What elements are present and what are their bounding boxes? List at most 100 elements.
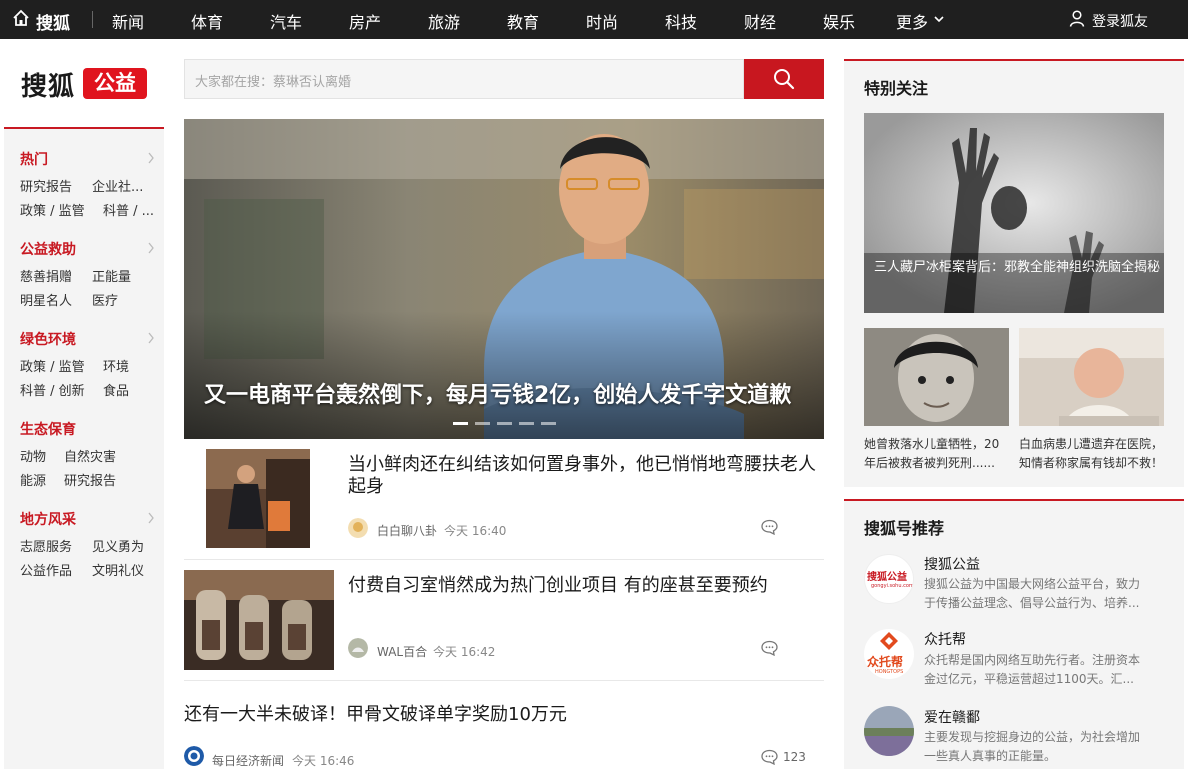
search-input[interactable]: 大家都在搜：蔡琳否认离婚 [184,59,744,99]
nav-item-entertainment[interactable]: 娱乐 [823,9,855,33]
sidebar-category-relief[interactable]: 公益救助 [20,239,76,259]
top-navigation-bar: 搜狐 新闻 体育 汽车 房产 旅游 教育 时尚 科技 财经 娱乐 更多 登录狐友 [0,0,1188,39]
sidebar-sub-item[interactable]: 企业社... [92,176,143,195]
account-logo[interactable]: 搜狐公益 gongyi.sohu.com [864,554,914,604]
article-time: 今天 16:46 [292,754,355,768]
sidebar-sub-item[interactable]: 自然灾害 [64,446,116,465]
sidebar-sub-item[interactable]: 动物 [20,446,46,465]
gongyi-logo-badge[interactable]: 公益 [83,68,147,99]
account-avatar-photo [864,706,914,756]
chevron-right-icon[interactable] [147,242,155,254]
sohu-brand-link[interactable]: 搜狐 [36,9,70,34]
chevron-down-icon[interactable] [934,14,944,24]
sidebar-sub-item[interactable]: 能源 [20,470,46,489]
article-author[interactable]: 白白聊八卦 [377,522,437,539]
hero-caption[interactable]: 又一电商平台轰然倒下，每月亏钱2亿，创始人发千字文道歉 [204,377,791,409]
sohu-logo-text[interactable]: 搜狐 [21,66,75,103]
sohu-account-recommend-panel: 搜狐号推荐 搜狐公益 gongyi.sohu.com 搜狐公益 搜狐公益为中国最… [844,499,1184,769]
account-description: 众托帮是国内网络互助先行者。注册资本金过亿元，平稳运营超过1100天。汇... [924,653,1141,686]
article-time: 今天 16:42 [433,645,496,659]
panel-title: 搜狐号推荐 [864,519,945,538]
account-logo-subtext: gongyi.sohu.com [871,583,914,589]
account-description: 搜狐公益为中国最大网络公益平台，致力于传播公益理念、倡导公益行为、培养... [924,577,1141,610]
nav-item-travel[interactable]: 旅游 [428,9,460,33]
sidebar-sub-item[interactable]: 科普 / 创新 [20,380,85,399]
sidebar-sub-item[interactable]: 研究报告 [20,176,72,195]
account-description: 主要发现与挖掘身边的公益，为社会增加一些真人真事的正能量。 [924,730,1141,763]
chevron-right-icon[interactable] [147,152,155,164]
nav-item-more[interactable]: 更多 [896,9,928,33]
special-left-caption[interactable]: 她曾救落水儿童牺牲，20年后被救者被判死刑...... [864,435,1009,473]
sidebar-category-ecology[interactable]: 生态保育 [20,419,76,439]
sidebar-sub-item[interactable]: 明星名人 [20,290,72,309]
special-main-caption[interactable]: 三人藏尸冰柜案背后：邪教全能神组织洗脑全揭秘 [874,258,1164,278]
sidebar-category-green[interactable]: 绿色环境 [20,329,76,349]
account-logo-text: 众托帮 [867,655,904,669]
zhongtuobang-logo-mark [880,632,898,650]
chevron-right-icon[interactable] [147,512,155,524]
carousel-dot[interactable] [519,422,534,425]
comment-count[interactable]: 123 [783,750,806,764]
panel-title: 特别关注 [864,79,929,98]
search-button[interactable] [744,59,824,99]
comment-icon[interactable] [761,519,778,535]
account-name[interactable]: 搜狐公益 [924,554,980,574]
nav-item-auto[interactable]: 汽车 [270,9,302,33]
article-time: 今天 16:40 [444,524,507,538]
author-avatar[interactable] [184,746,204,766]
special-left-photo[interactable] [864,328,1009,426]
nav-item-news[interactable]: 新闻 [112,9,144,33]
sidebar-sub-item[interactable]: 食品 [103,380,129,399]
sidebar-sub-item[interactable]: 见义勇为 [92,536,144,555]
article-title[interactable]: 还有一大半未破译！甲骨文破译单字奖励10万元 [184,704,814,726]
special-main-card[interactable]: 三人藏尸冰柜案背后：邪教全能神组织洗脑全揭秘 [864,113,1164,313]
home-icon[interactable] [12,9,30,27]
login-link[interactable]: 登录狐友 [1092,11,1148,31]
sidebar-sub-item[interactable]: 慈善捐赠 [20,266,72,285]
hero-carousel[interactable]: 又一电商平台轰然倒下，每月亏钱2亿，创始人发千字文道歉 [184,119,824,439]
special-right-caption[interactable]: 白血病患儿遭遗弃在医院，知情者称家属有钱却不救！ [1019,435,1169,473]
article-thumbnail[interactable] [184,570,334,670]
sidebar-sub-item[interactable]: 政策 / 监管 [20,356,85,375]
article-title[interactable]: 当小鲜肉还在纠结该如何置身事外，他已悄悄地弯腰扶老人起身 [348,454,818,498]
article-thumbnail[interactable] [206,449,310,548]
carousel-dot[interactable] [541,422,556,425]
sidebar-sub-item[interactable]: 政策 / 监管 [20,200,85,219]
sidebar-category-local[interactable]: 地方风采 [20,509,76,529]
article-title[interactable]: 付费自习室悄然成为热门创业项目 有的座甚至要预约 [348,575,818,597]
sidebar-sub-item[interactable]: 文明礼仪 [92,560,144,579]
nav-item-fashion[interactable]: 时尚 [586,9,618,33]
carousel-dot[interactable] [475,422,490,425]
carousel-dot-active[interactable] [453,422,468,425]
author-avatar[interactable] [348,518,368,538]
account-logo[interactable]: 众托帮 HONGTOPS [864,629,914,679]
nav-item-tech[interactable]: 科技 [665,9,697,33]
sidebar-sub-item[interactable]: 公益作品 [20,560,72,579]
comment-icon[interactable] [761,640,778,656]
author-avatar[interactable] [348,638,368,658]
nav-item-finance[interactable]: 财经 [744,9,776,33]
sidebar-sub-item[interactable]: 科普 / ... [103,200,154,219]
sidebar-category-hot[interactable]: 热门 [20,149,48,169]
article-author[interactable]: 每日经济新闻 [212,752,284,769]
account-name[interactable]: 爱在赣鄱 [924,707,980,727]
nav-item-education[interactable]: 教育 [507,9,539,33]
article-author[interactable]: WAL百合 [377,643,427,660]
sidebar-sub-item[interactable]: 医疗 [92,290,118,309]
sidebar-sub-item[interactable]: 正能量 [92,266,131,285]
nav-item-realestate[interactable]: 房产 [349,9,381,33]
nav-item-sports[interactable]: 体育 [191,9,223,33]
special-right-photo[interactable] [1019,328,1164,426]
carousel-dot[interactable] [497,422,512,425]
comment-icon[interactable] [761,749,778,765]
sidebar-sub-item[interactable]: 环境 [103,356,129,375]
account-logo-subtext: HONGTOPS [875,669,904,675]
chevron-right-icon[interactable] [147,332,155,344]
user-icon[interactable] [1069,10,1085,27]
account-name[interactable]: 众托帮 [924,629,966,649]
account-logo[interactable] [864,706,914,756]
category-sidebar: 热门 研究报告 企业社... 政策 / 监管 科普 / ... 公益救助 慈善捐… [4,127,164,769]
sidebar-sub-item[interactable]: 研究报告 [64,470,116,489]
sidebar-sub-item[interactable]: 志愿服务 [20,536,72,555]
search-icon [774,69,795,90]
